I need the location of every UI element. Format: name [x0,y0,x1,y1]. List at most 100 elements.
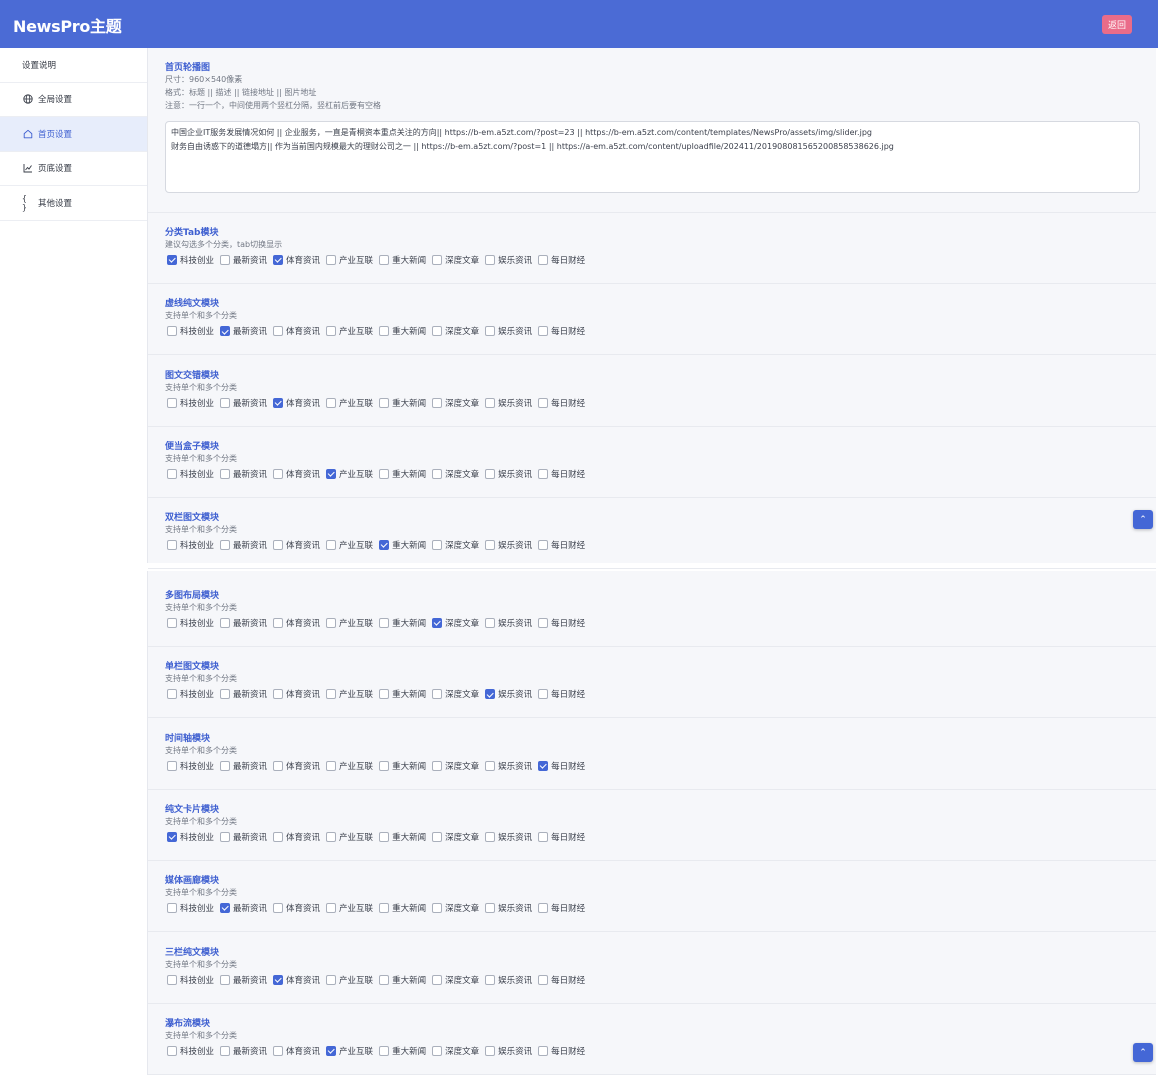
category-checkbox[interactable]: 重大新闻 [379,974,426,986]
checkbox-unchecked[interactable] [167,468,177,479]
category-checkbox[interactable]: 产业互联 [326,539,373,551]
sidebar-item-global[interactable]: 全局设置 [0,83,147,117]
checkbox-unchecked[interactable] [220,468,231,479]
checkbox-unchecked[interactable] [220,618,231,628]
checkbox-unchecked[interactable] [538,326,549,337]
category-checkbox[interactable]: 产业互联 [326,254,373,266]
category-checkbox[interactable]: 最新资讯 [220,325,267,337]
category-checkbox[interactable]: 深度文章 [432,617,479,629]
checkbox-unchecked[interactable] [326,760,337,771]
checkbox-unchecked[interactable] [326,974,337,985]
checkbox-unchecked[interactable] [273,618,284,628]
checkbox-unchecked[interactable] [485,468,496,479]
category-checkbox[interactable]: 重大新闻 [379,831,426,843]
checkbox-unchecked[interactable] [379,255,390,265]
category-checkbox[interactable]: 科技创业 [167,254,214,266]
checkbox-unchecked[interactable] [326,689,337,700]
checkbox-unchecked[interactable] [538,397,549,408]
checkbox-unchecked[interactable] [273,468,284,479]
checkbox-unchecked[interactable] [273,903,284,914]
category-checkbox[interactable]: 娱乐资讯 [485,831,532,843]
category-checkbox[interactable]: 深度文章 [432,539,479,551]
category-checkbox[interactable]: 科技创业 [167,760,214,772]
category-checkbox[interactable]: 产业互联 [326,974,373,986]
category-checkbox[interactable]: 娱乐资讯 [485,617,532,629]
category-checkbox[interactable]: 产业互联 [326,468,373,480]
category-checkbox[interactable]: 每日财经 [538,1045,585,1057]
category-checkbox[interactable]: 产业互联 [326,902,373,914]
category-checkbox[interactable]: 重大新闻 [379,254,426,266]
checkbox-unchecked[interactable] [485,255,496,265]
checkbox-checked[interactable] [432,618,443,628]
category-checkbox[interactable]: 产业互联 [326,617,373,629]
checkbox-unchecked[interactable] [538,618,549,628]
category-checkbox[interactable]: 重大新闻 [379,325,426,337]
category-checkbox[interactable]: 重大新闻 [379,617,426,629]
category-checkbox[interactable]: 深度文章 [432,688,479,700]
category-checkbox[interactable]: 体育资讯 [273,539,320,551]
category-checkbox[interactable]: 深度文章 [432,974,479,986]
category-checkbox[interactable]: 最新资讯 [220,254,267,266]
category-checkbox[interactable]: 最新资讯 [220,902,267,914]
checkbox-unchecked[interactable] [485,618,496,628]
checkbox-unchecked[interactable] [538,540,549,551]
category-checkbox[interactable]: 体育资讯 [273,254,320,266]
checkbox-unchecked[interactable] [432,540,443,551]
category-checkbox[interactable]: 娱乐资讯 [485,760,532,772]
category-checkbox[interactable]: 体育资讯 [273,468,320,480]
category-checkbox[interactable]: 科技创业 [167,617,214,629]
checkbox-unchecked[interactable] [379,689,390,700]
checkbox-unchecked[interactable] [379,468,390,479]
checkbox-unchecked[interactable] [485,903,496,914]
category-checkbox[interactable]: 深度文章 [432,397,479,409]
checkbox-unchecked[interactable] [326,397,337,408]
checkbox-unchecked[interactable] [485,397,496,408]
checkbox-checked[interactable] [326,1045,337,1056]
checkbox-unchecked[interactable] [273,689,284,700]
category-checkbox[interactable]: 娱乐资讯 [485,688,532,700]
category-checkbox[interactable]: 娱乐资讯 [485,902,532,914]
category-checkbox[interactable]: 体育资讯 [273,1045,320,1057]
category-checkbox[interactable]: 重大新闻 [379,688,426,700]
sidebar-item-instructions[interactable]: 设置说明 [0,48,147,83]
category-checkbox[interactable]: 体育资讯 [273,397,320,409]
category-checkbox[interactable]: 每日财经 [538,397,585,409]
category-checkbox[interactable]: 最新资讯 [220,617,267,629]
checkbox-unchecked[interactable] [432,326,443,337]
category-checkbox[interactable]: 深度文章 [432,902,479,914]
category-checkbox[interactable]: 每日财经 [538,539,585,551]
checkbox-unchecked[interactable] [432,903,443,914]
checkbox-unchecked[interactable] [379,397,390,408]
slider-textarea[interactable]: 中国企业IT服务发展情况如何 || 企业服务，一直是青桐资本重点关注的方向|| … [165,121,1140,193]
checkbox-unchecked[interactable] [326,618,337,628]
category-checkbox[interactable]: 最新资讯 [220,831,267,843]
checkbox-unchecked[interactable] [538,831,549,842]
checkbox-unchecked[interactable] [432,974,443,985]
checkbox-unchecked[interactable] [432,468,443,479]
checkbox-unchecked[interactable] [273,831,284,842]
category-checkbox[interactable]: 体育资讯 [273,831,320,843]
checkbox-checked[interactable] [220,326,231,337]
checkbox-unchecked[interactable] [220,397,231,408]
checkbox-unchecked[interactable] [379,974,390,985]
checkbox-unchecked[interactable] [220,540,231,551]
checkbox-unchecked[interactable] [432,255,443,265]
category-checkbox[interactable]: 最新资讯 [220,1045,267,1057]
category-checkbox[interactable]: 科技创业 [167,539,214,551]
category-checkbox[interactable]: 娱乐资讯 [485,1045,532,1057]
checkbox-checked[interactable] [538,760,549,771]
category-checkbox[interactable]: 科技创业 [167,397,214,409]
checkbox-unchecked[interactable] [538,1045,549,1056]
category-checkbox[interactable]: 科技创业 [167,1045,214,1057]
checkbox-unchecked[interactable] [432,689,443,700]
checkbox-unchecked[interactable] [538,974,549,985]
checkbox-checked[interactable] [220,903,231,914]
category-checkbox[interactable]: 科技创业 [167,468,214,480]
category-checkbox[interactable]: 重大新闻 [379,539,426,551]
category-checkbox[interactable]: 娱乐资讯 [485,397,532,409]
category-checkbox[interactable]: 重大新闻 [379,902,426,914]
category-checkbox[interactable]: 深度文章 [432,325,479,337]
checkbox-unchecked[interactable] [326,255,337,265]
category-checkbox[interactable]: 娱乐资讯 [485,539,532,551]
checkbox-unchecked[interactable] [538,689,549,700]
